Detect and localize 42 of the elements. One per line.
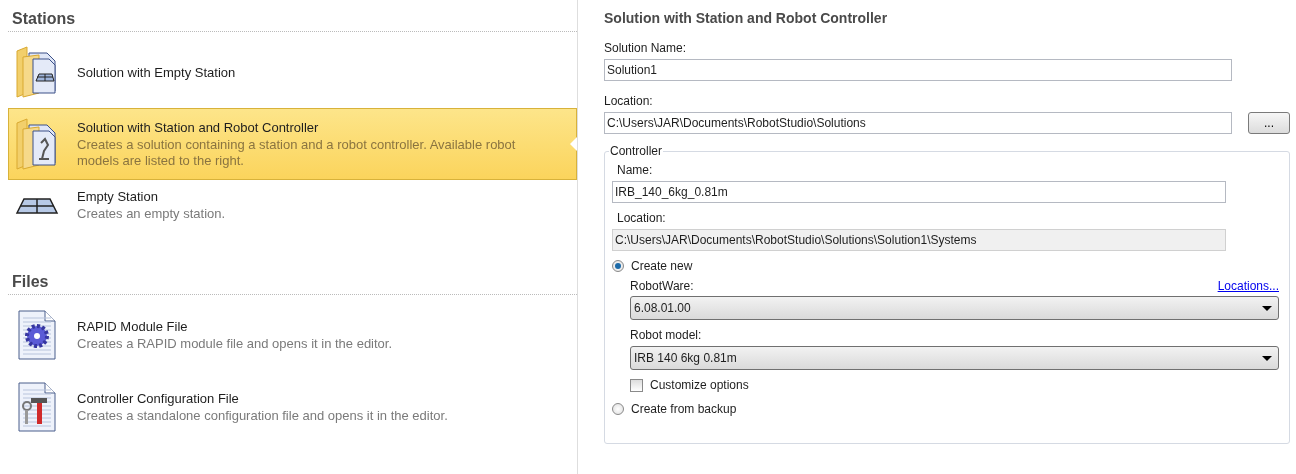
field-label: RobotWare:	[630, 279, 694, 293]
group-label: Controller	[609, 144, 664, 158]
template-item[interactable]: Solution with Station and Robot Controller Creates a solution containing a station and a robot controller. Available robot models are listed to the right.	[8, 108, 577, 180]
radio-button[interactable]	[612, 260, 624, 272]
item-title: RAPID Module File	[77, 318, 189, 334]
item-title: Solution with Station and Robot Controller	[77, 119, 320, 135]
folder-robot-icon	[15, 117, 59, 171]
item-description: Creates a solution containing a station and a robot controller. Available robot models are listed to the right.	[77, 136, 517, 169]
field-label: Solution Name:	[604, 41, 688, 55]
panel-title: Solution with Station and Robot Controller	[604, 10, 889, 26]
input-field[interactable]: Solution1	[604, 59, 1232, 81]
template-item[interactable]: RAPID Module File Creates a RAPID module file and opens it in the editor.	[8, 299, 577, 371]
tools-document-icon	[15, 380, 59, 434]
dropdown[interactable]: 6.08.01.00	[630, 296, 1279, 320]
template-item[interactable]: Empty Station Creates an empty station.	[8, 180, 577, 231]
checkbox-label: Customize options	[650, 378, 749, 392]
item-title: Controller Configuration File	[77, 390, 240, 406]
browse-button[interactable]: ...	[1248, 112, 1290, 134]
item-title: Solution with Empty Station	[77, 64, 236, 80]
locations-link[interactable]: Locations...	[1217, 279, 1279, 293]
field-label: Location:	[617, 211, 667, 225]
field-label: Location:	[604, 94, 654, 108]
gear-document-icon	[15, 308, 59, 362]
field-label: Robot model:	[630, 328, 703, 342]
radio-label: Create new	[631, 259, 693, 273]
dropdown[interactable]: IRB 140 6kg 0.81m	[630, 346, 1279, 370]
pointer-notch	[570, 137, 577, 151]
template-item[interactable]: Controller Configuration File Creates a standalone configuration file and opens it in the editor.	[8, 371, 577, 443]
radio-button[interactable]	[612, 403, 624, 415]
item-description: Creates a RAPID module file and opens it in the editor.	[77, 335, 393, 352]
input-field[interactable]: C:\Users\JAR\Documents\RobotStudio\Solutions	[604, 112, 1232, 134]
field-label: Name:	[617, 163, 654, 177]
item-description: Creates an empty station.	[77, 206, 226, 222]
template-item[interactable]: Solution with Empty Station	[8, 36, 577, 108]
section-heading: Stations	[8, 0, 577, 32]
item-title: Empty Station	[77, 189, 159, 204]
input-field[interactable]: IRB_140_6kg_0.81m	[612, 181, 1226, 203]
section-heading: Files	[8, 263, 577, 295]
checkbox[interactable]	[630, 378, 643, 392]
folder-document-icon	[15, 45, 59, 99]
radio-label: Create from backup	[631, 402, 737, 416]
item-description: Creates a standalone configuration file and opens it in the editor.	[77, 407, 448, 424]
